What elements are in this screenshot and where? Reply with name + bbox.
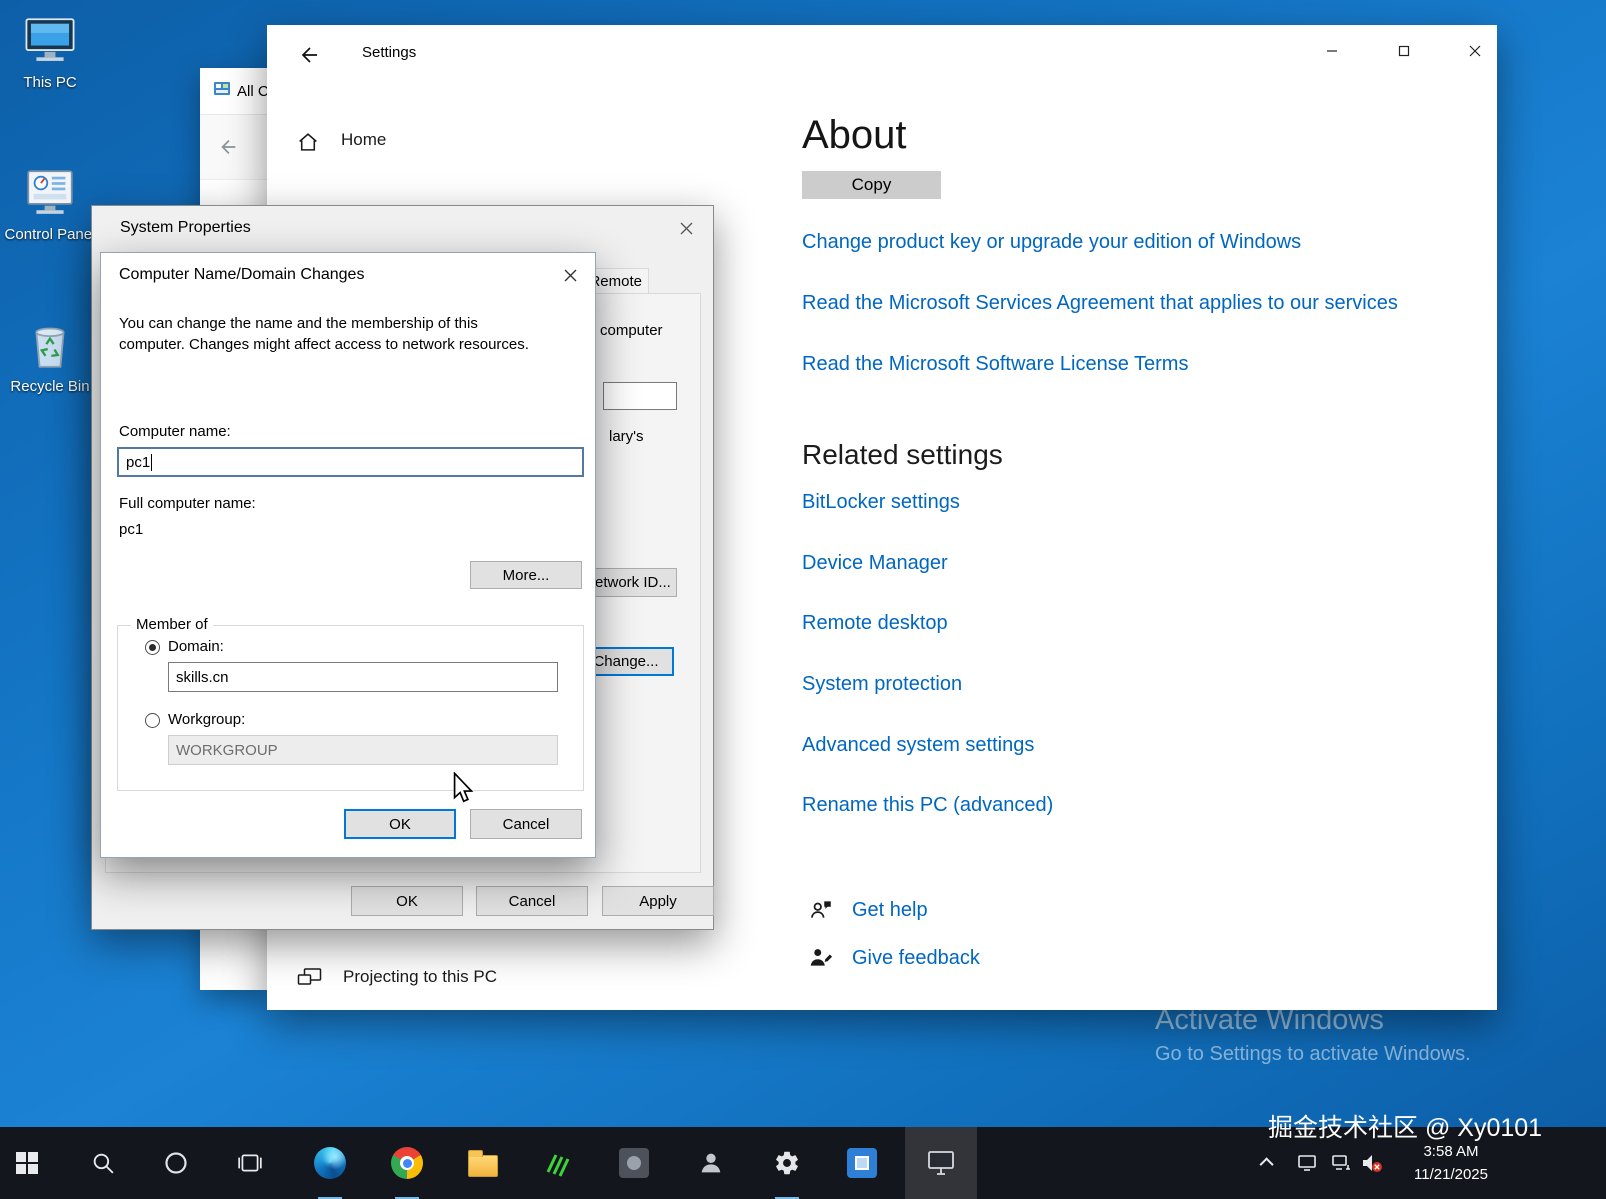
- member-of-group: Member of Domain: skills.cn Workgroup: W…: [117, 616, 584, 791]
- desktop-icon-recycle-bin[interactable]: Recycle Bin: [2, 316, 98, 396]
- mouse-cursor: [452, 771, 474, 809]
- ok-button[interactable]: OK: [351, 886, 463, 916]
- computer-name-value: pc1: [126, 453, 151, 471]
- desktop-icon-label: Control Panel: [4, 226, 96, 243]
- back-button[interactable]: [293, 40, 325, 70]
- app-icon-blue-tool[interactable]: [838, 1127, 886, 1199]
- activate-windows-watermark-subtitle: Go to Settings to activate Windows.: [1155, 1043, 1471, 1065]
- computer-description-field[interactable]: [603, 382, 677, 410]
- sidebar-item-projecting[interactable]: Projecting to this PC: [281, 955, 561, 1003]
- member-of-label: Member of: [131, 616, 213, 633]
- workgroup-input[interactable]: WORKGROUP: [168, 735, 558, 765]
- copy-button[interactable]: Copy: [802, 171, 941, 199]
- give-feedback-icon: [808, 945, 834, 976]
- workgroup-value: WORKGROUP: [176, 741, 278, 759]
- domain-label: Domain:: [168, 638, 224, 655]
- dialog-description-line2: computer. Changes might affect access to…: [119, 336, 529, 353]
- maximize-button[interactable]: [1381, 25, 1427, 77]
- sidebar-item-home[interactable]: Home: [281, 121, 501, 165]
- control-panel-window-title: All Control Panel Items: [237, 82, 267, 100]
- link-services-agreement[interactable]: Read the Microsoft Services Agreement th…: [802, 292, 1398, 315]
- settings-gear-icon[interactable]: [763, 1127, 811, 1199]
- get-help-link[interactable]: Get help: [852, 899, 928, 922]
- link-rename-this-pc[interactable]: Rename this PC (advanced): [802, 794, 1053, 817]
- app-icon-green-tool[interactable]: [534, 1127, 582, 1199]
- this-pc-icon: [2, 12, 98, 74]
- cancel-button[interactable]: Cancel: [476, 886, 588, 916]
- home-icon: [297, 131, 319, 158]
- get-help-icon: [808, 897, 834, 928]
- domain-input[interactable]: skills.cn: [168, 662, 558, 692]
- desktop-icon-label: Recycle Bin: [10, 378, 90, 395]
- link-remote-desktop[interactable]: Remote desktop: [802, 612, 948, 635]
- projecting-icon: [296, 967, 323, 994]
- recycle-bin-icon: [2, 316, 98, 378]
- link-bitlocker-settings[interactable]: BitLocker settings: [802, 491, 960, 514]
- desktop-icon-control-panel[interactable]: Control Panel: [2, 164, 98, 244]
- sidebar-item-label: Projecting to this PC: [343, 967, 498, 986]
- text-caret: [151, 453, 153, 471]
- workgroup-label: Workgroup:: [168, 711, 246, 728]
- edge-icon[interactable]: [306, 1127, 354, 1199]
- clock-date: 11/21/2025: [1414, 1166, 1488, 1183]
- credit-watermark: 掘金技术社区 @ Xy0101: [1268, 1114, 1543, 1142]
- chrome-icon[interactable]: [383, 1127, 431, 1199]
- description-fragment: computer: [600, 322, 663, 339]
- ok-button[interactable]: OK: [344, 809, 456, 839]
- full-name-label: Full computer name:: [119, 495, 256, 512]
- close-button[interactable]: [1452, 25, 1498, 77]
- dialog-title: Computer Name/Domain Changes: [119, 266, 365, 283]
- close-icon[interactable]: [665, 214, 707, 242]
- computer-name-input[interactable]: pc1: [117, 447, 584, 477]
- active-app-display[interactable]: [905, 1127, 977, 1199]
- link-license-terms[interactable]: Read the Microsoft Software License Term…: [802, 353, 1188, 376]
- minimize-button[interactable]: [1309, 25, 1355, 77]
- control-panel-titlebar: All Control Panel Items: [200, 68, 267, 114]
- sidebar-item-label: Home: [341, 130, 387, 149]
- search-icon[interactable]: [79, 1127, 127, 1199]
- desktop: { "desktop": { "icons": [ { "name": "thi…: [0, 0, 1606, 1199]
- desktop-icon-label: This PC: [23, 74, 77, 91]
- link-device-manager[interactable]: Device Manager: [802, 552, 948, 575]
- cancel-button[interactable]: Cancel: [470, 809, 582, 839]
- task-view-icon[interactable]: [226, 1127, 274, 1199]
- start-button[interactable]: [3, 1127, 51, 1199]
- back-arrow-icon[interactable]: [218, 137, 238, 162]
- settings-window-title: Settings: [362, 44, 417, 61]
- desktop-icon-this-pc[interactable]: This PC: [2, 12, 98, 92]
- link-system-protection[interactable]: System protection: [802, 673, 962, 696]
- page-title: About: [802, 113, 907, 157]
- link-change-product-key[interactable]: Change product key or upgrade your editi…: [802, 231, 1301, 254]
- dialog-description-line1: You can change the name and the membersh…: [119, 315, 478, 332]
- control-panel-toolbar: [200, 114, 267, 180]
- control-panel-icon: [2, 164, 98, 226]
- more-button[interactable]: More...: [470, 561, 582, 589]
- app-icon-gray-tool[interactable]: [610, 1127, 658, 1199]
- domain-value: skills.cn: [176, 668, 229, 686]
- give-feedback-link[interactable]: Give feedback: [852, 947, 980, 970]
- domain-radio[interactable]: [145, 640, 160, 655]
- example-fragment: lary's: [609, 428, 644, 445]
- cortana-icon[interactable]: [152, 1127, 200, 1199]
- system-properties-title: System Properties: [120, 219, 251, 236]
- app-icon-person[interactable]: [687, 1127, 735, 1199]
- full-name-value: pc1: [119, 521, 144, 538]
- computer-name-dialog: Computer Name/Domain Changes You can cha…: [100, 252, 596, 858]
- file-explorer-icon[interactable]: [459, 1127, 507, 1199]
- link-advanced-system-settings[interactable]: Advanced system settings: [802, 734, 1034, 757]
- workgroup-radio[interactable]: [145, 713, 160, 728]
- control-panel-window-icon: [213, 80, 231, 103]
- computer-name-label: Computer name:: [119, 423, 231, 440]
- close-icon[interactable]: [554, 262, 586, 288]
- apply-button[interactable]: Apply: [602, 886, 714, 916]
- related-settings-heading: Related settings: [802, 439, 1003, 470]
- taskbar-clock[interactable]: 3:58 AM 11/21/2025: [1398, 1140, 1504, 1186]
